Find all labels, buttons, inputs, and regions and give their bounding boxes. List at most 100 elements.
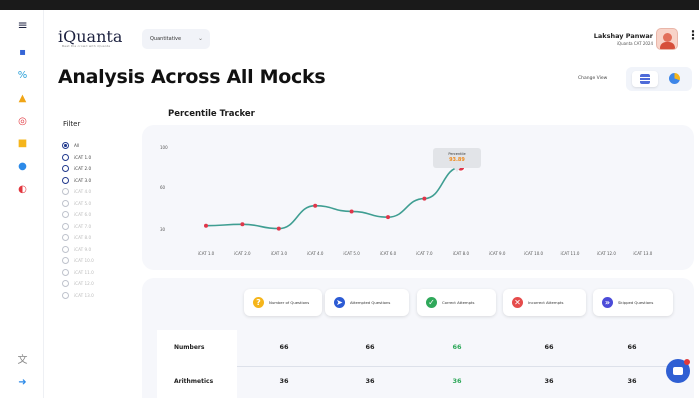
filter-option[interactable]: iCAT 4.0 [62, 188, 142, 200]
table-cell: 36 [544, 377, 554, 385]
filter-title: Filter [63, 120, 81, 128]
y-tick-label: 30 [160, 227, 166, 232]
radio-icon[interactable] [62, 257, 69, 264]
table-cell: 36 [627, 377, 637, 385]
filter-option-label: iCAT 4.0 [74, 189, 92, 194]
filter-option[interactable]: iCAT 7.0 [62, 222, 142, 235]
question-icon: ? [253, 297, 264, 308]
table-icon [640, 74, 650, 84]
table-cell: 36 [452, 377, 462, 385]
radio-icon[interactable] [62, 165, 69, 172]
filter-option[interactable]: iCAT 13.0 [62, 291, 142, 304]
filter-option[interactable]: iCAT 9.0 [62, 245, 142, 258]
stat-chip[interactable]: ✓ Correct Attempts [417, 289, 496, 316]
target-icon[interactable]: ◎ [17, 116, 28, 127]
avatar-face [663, 33, 672, 42]
radio-icon[interactable] [62, 188, 69, 195]
stat-chip-label: Skipped Questions [618, 300, 654, 305]
x-tick-label: iCAT 9.0 [489, 251, 506, 256]
change-view-label: Change View [578, 76, 608, 81]
pie-view-button[interactable] [664, 71, 686, 87]
radio-icon[interactable] [62, 234, 69, 241]
radio-icon[interactable] [62, 245, 69, 253]
radio-icon[interactable] [62, 199, 69, 207]
filter-option[interactable]: iCAT 8.0 [62, 234, 142, 246]
radio-icon[interactable] [62, 211, 69, 218]
radio-icon[interactable] [62, 280, 69, 287]
data-point [313, 203, 318, 208]
cursor-icon: ➤ [334, 297, 345, 308]
radio-icon[interactable] [62, 268, 69, 276]
filter-option[interactable]: iCAT 1.0 [62, 153, 142, 166]
user-subtitle: iQuanta CAT 2024 [616, 41, 653, 46]
translate-icon[interactable]: 文 [17, 355, 28, 366]
stat-chip-label: Incorrect Attempts [528, 300, 564, 305]
radio-icon[interactable] [62, 291, 69, 299]
radio-icon[interactable] [62, 176, 69, 184]
trophy-icon[interactable]: ▲ [17, 93, 28, 104]
radio-icon[interactable] [62, 142, 69, 149]
tooltip-title: Percentile [448, 152, 466, 156]
filter-option[interactable]: iCAT 3.0 [62, 176, 142, 189]
chat-button[interactable] [666, 359, 690, 383]
chart-svg: 100 60 30 iCAT 1.0 iCAT 2.0 iCAT 3.0 iCAT 4.0 i… [160, 145, 653, 256]
view-toggle [626, 67, 692, 91]
x-tick-label: iCAT 1.0 [198, 251, 215, 256]
x-tick-label: iCAT 3.0 [271, 251, 288, 256]
stat-chip[interactable]: ✕ Incorrect Attempts [503, 289, 586, 316]
radio-icon[interactable] [62, 153, 69, 161]
filter-option[interactable]: iCAT 6.0 [62, 211, 142, 223]
menu-icon[interactable]: ≡ [17, 19, 28, 31]
table-cell: 66 [279, 343, 289, 351]
table-view-button[interactable] [632, 71, 658, 87]
row-label: Arithmetics [157, 366, 237, 398]
table-cell: 66 [627, 343, 637, 351]
filter-option[interactable]: iCAT 11.0 [62, 268, 142, 281]
user-info[interactable]: Lakshay Panwar iQuanta CAT 2024 [594, 32, 653, 46]
stat-chip[interactable]: ? Number of Questions [244, 289, 322, 316]
pie-chart-icon [669, 73, 680, 84]
y-tick-label: 60 [160, 185, 166, 190]
radio-icon[interactable] [62, 222, 69, 230]
percent-icon[interactable]: % [17, 70, 28, 81]
filter-option[interactable]: iCAT 12.0 [62, 280, 142, 292]
x-tick-label: iCAT 6.0 [380, 251, 397, 256]
x-tick-label: iCAT 13.0 [633, 251, 652, 256]
filter-option[interactable]: iCAT 2.0 [62, 165, 142, 177]
filter-option-label: iCAT 3.0 [74, 177, 92, 183]
globe-icon[interactable]: ● [17, 161, 28, 172]
table-cell: 66 [452, 343, 462, 351]
logout-icon[interactable]: ➜ [17, 377, 28, 388]
avatar-body [660, 42, 675, 49]
chart-tooltip: Percentile 93.89 [433, 148, 481, 172]
table-cell: 36 [279, 377, 289, 385]
x-tick-label: iCAT 4.0 [307, 251, 324, 256]
x-tick-label: iCAT 5.0 [343, 251, 360, 256]
stat-chip[interactable]: ➤ Attempted Questions [325, 289, 409, 316]
filter-option[interactable]: All [62, 142, 142, 154]
side-rail: ≡ ▪ % ▲ ◎ ■ ● ◐ 文 ➜ [0, 10, 44, 398]
more-options-icon[interactable]: ⋮ [687, 28, 699, 42]
table-cell: 66 [365, 343, 375, 351]
data-point [422, 196, 427, 201]
avatar[interactable] [656, 28, 678, 50]
dashboard-icon[interactable]: ▪ [17, 47, 28, 58]
x-tick-label: iCAT 12.0 [597, 251, 616, 256]
stat-chip[interactable]: » Skipped Questions [593, 289, 673, 316]
skip-icon: » [602, 297, 613, 308]
filter-option-label: iCAT 5.0 [74, 200, 92, 206]
data-point [386, 215, 390, 220]
percentile-chart: 100 60 30 iCAT 1.0 iCAT 2.0 iCAT 3.0 iCAT 4.0 i… [142, 125, 694, 270]
user-name: Lakshay Panwar [593, 32, 653, 40]
filter-option[interactable]: iCAT 10.0 [62, 257, 142, 269]
section-dropdown[interactable]: Quantitative ⌄ [142, 29, 210, 49]
filter-option-label: iCAT 7.0 [74, 223, 92, 229]
lock-icon[interactable]: ■ [17, 138, 28, 149]
filter-list: All iCAT 1.0 iCAT 2.0 iCAT 3.0 iCAT 4.0 iCAT … [62, 142, 142, 303]
table-cell: 36 [365, 377, 375, 385]
pie-chart-icon[interactable]: ◐ [17, 184, 28, 195]
stat-chip-label: Correct Attempts [442, 300, 475, 305]
x-tick-label: iCAT 2.0 [234, 251, 251, 256]
brand-logo[interactable]: iQuanta Beat the crowd with iQuanta [58, 27, 122, 48]
filter-option[interactable]: iCAT 5.0 [62, 199, 142, 212]
